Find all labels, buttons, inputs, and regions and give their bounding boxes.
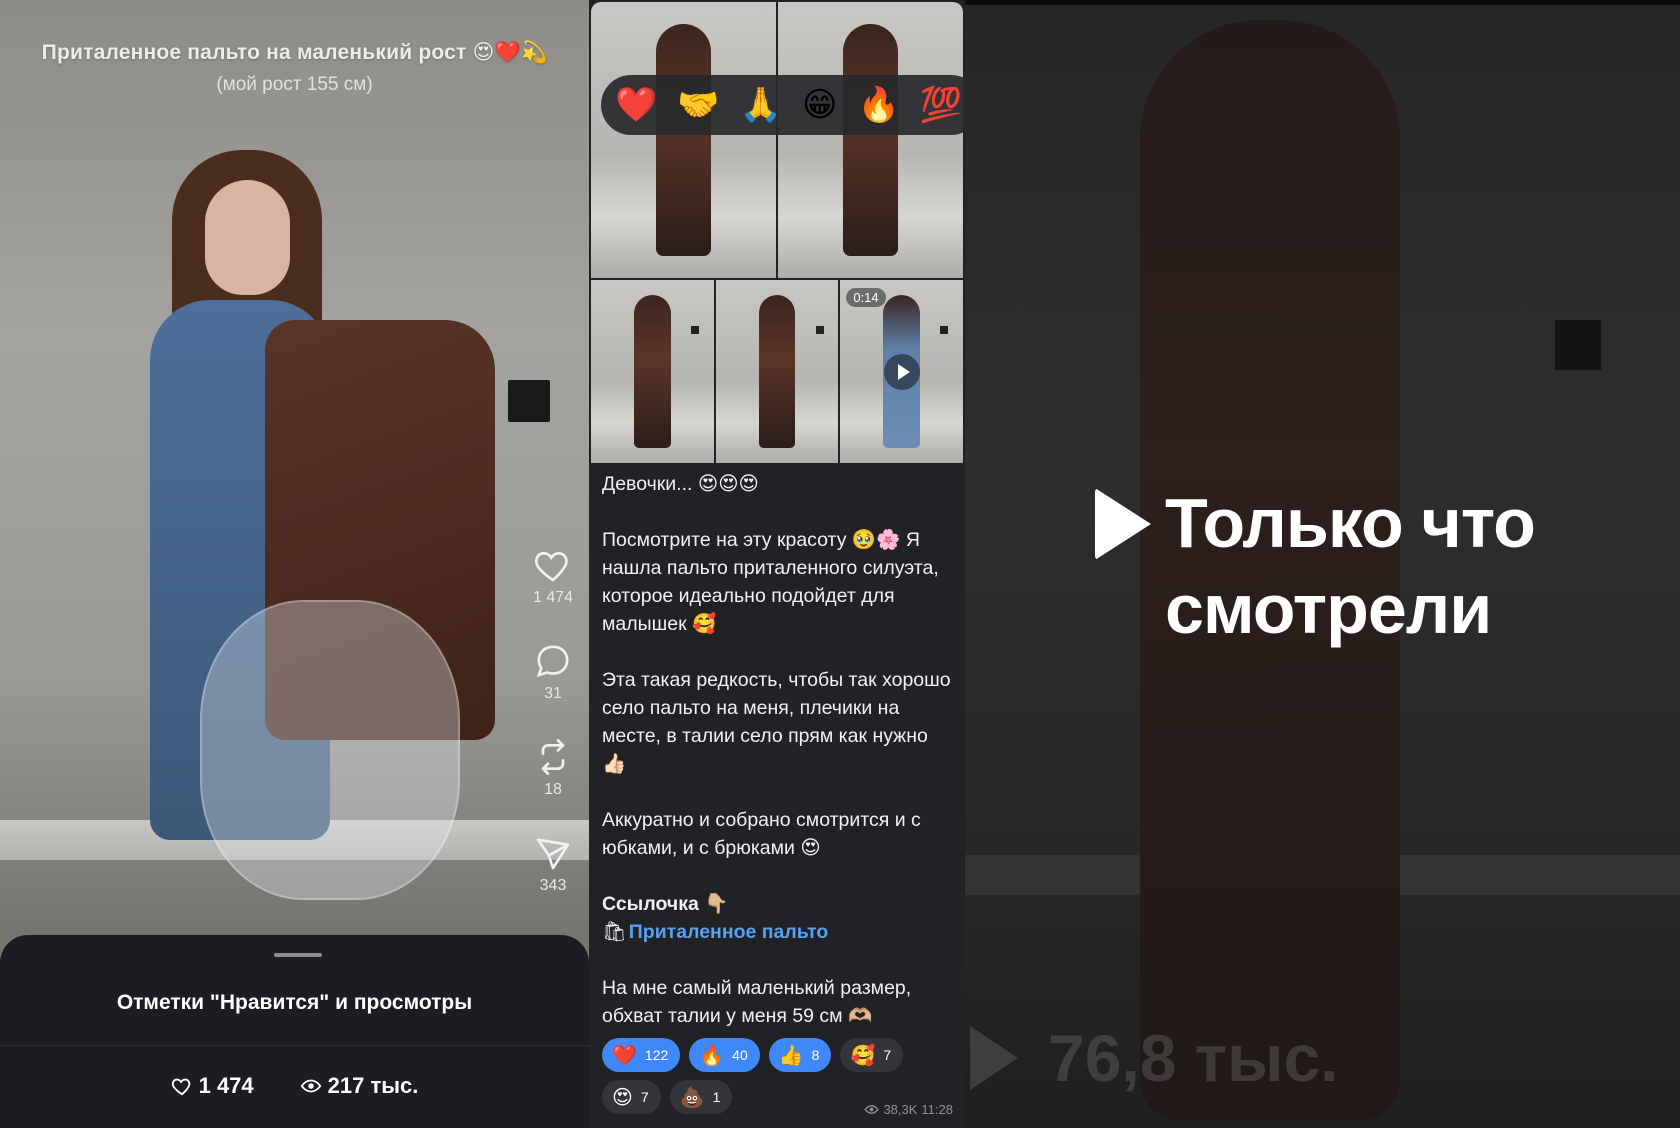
just-watched-line1: Только что [1165,484,1536,562]
video-thumbnail[interactable]: 0:14 [840,280,964,463]
just-watched-overlay: Только что смотрели [1095,480,1536,652]
coat-figure [633,294,671,449]
wall-switch [940,325,949,334]
reaction-chip[interactable]: ❤️ 122 [602,1038,681,1072]
send-icon [536,838,570,870]
post-body: Девочки... 😍😍😍 Посмотрите на эту красоту… [602,470,954,1058]
reaction-count: 7 [883,1047,892,1063]
sheet-divider [0,1045,589,1046]
comment-button[interactable]: 31 [520,641,586,703]
repost-count: 18 [544,781,562,798]
post-paragraph: Посмотрите на эту красоту 🥹🌸 Я нашла пал… [602,529,939,635]
eye-icon [300,1079,321,1093]
sheet-grab-handle[interactable] [274,953,322,957]
photo-thumbnail[interactable] [591,2,776,278]
views-count-faded: 76,8 тыс. [970,1020,1339,1096]
shopping-bag-icon: 🛍 [602,921,627,943]
play-outline-icon [970,1026,1018,1090]
reaction-emoji: 🥰 [850,1044,876,1067]
play-icon[interactable] [883,353,920,390]
wall-switch [508,380,550,422]
views-stat: 217 тыс. [300,1073,419,1099]
post-greeting: Девочки... 😍😍😍 [602,473,759,495]
comment-bubble-icon [536,645,569,678]
reaction-emoji: 🔥 [699,1044,725,1067]
video-post-panel: Приталенное пальто на маленький рост 😍❤️… [0,0,589,1128]
play-icon [1095,488,1151,560]
share-count: 343 [539,877,567,894]
coat-figure [655,24,712,256]
eye-icon [864,1105,879,1114]
link-heading: Ссылочка 👇🏼 [602,893,729,915]
just-watched-line2: смотрели [1165,570,1492,648]
just-watched-label: Только что смотрели [1165,480,1536,652]
likes-views-sheet: Отметки "Нравится" и просмотры 1 474 217… [0,935,589,1128]
photo-grid-bottom: 0:14 [591,280,964,463]
reaction-chip[interactable]: 🥰 7 [840,1038,904,1072]
video-duration: 0:14 [846,288,886,307]
reaction-option-pray[interactable]: 🙏 [740,88,782,122]
sheet-stats: 1 474 217 тыс. [0,1073,589,1099]
plastic-cover [200,600,460,900]
product-link[interactable]: Приталенное пальто [629,918,829,946]
post-paragraph: На мне самый маленький размер, обхват та… [602,977,912,1027]
photo-thumbnail[interactable] [778,2,963,278]
reaction-chip[interactable]: 💩 1 [669,1080,733,1114]
post-paragraph: Аккуратно и собрано смотрится и с юбками… [602,809,921,859]
like-button[interactable]: 1 474 [520,545,586,607]
wall-switch [690,325,699,334]
likes-stat: 1 474 [171,1073,254,1099]
reaction-emoji: 👍 [778,1044,804,1067]
reaction-option-grin[interactable]: 😁 [802,88,837,122]
post-views: 38,3K [883,1102,918,1117]
photo-thumbnail[interactable] [715,280,839,463]
sheet-title: Отметки "Нравится" и просмотры [116,991,473,1014]
comment-count: 31 [544,685,562,702]
views-value: 217 тыс. [327,1073,419,1098]
reaction-count: 40 [732,1047,748,1063]
post-paragraph: Эта такая редкость, чтобы так хорошо сел… [602,669,951,775]
reaction-count: 8 [811,1047,820,1063]
reaction-picker: ❤️ 🤝 🙏 😁 🔥 💯 😢 [601,75,965,135]
heart-outline-icon [171,1078,190,1096]
reaction-option-handshake[interactable]: 🤝 [677,88,719,122]
reaction-option-fire[interactable]: 🔥 [857,88,899,122]
side-action-bar: 1 474 31 18 343 [520,545,586,929]
dimmed-video-panel[interactable]: Только что смотрели 76,8 тыс. [965,0,1680,1128]
photo-grid-top [591,2,963,278]
reaction-option-heart[interactable]: ❤️ [615,88,657,122]
reaction-count: 122 [644,1047,669,1063]
channel-post-panel: 0:14 ❤️ 🤝 🙏 😁 🔥 💯 😢 Девочки... 😍😍😍 Посмо… [589,0,965,1128]
link-block: Ссылочка 👇🏼 🛍 Приталенное пальто [602,890,954,946]
photo-thumbnail[interactable] [591,280,714,463]
reaction-chip[interactable]: 😍 7 [602,1080,661,1114]
coat-figure [842,24,899,256]
person-face [205,180,290,295]
reaction-count: 7 [640,1089,649,1105]
reaction-emoji: ❤️ [612,1044,637,1067]
likes-value: 1 474 [198,1073,254,1098]
coat-figure [758,294,796,449]
top-border [965,0,1680,5]
video-caption-subtitle: (мой рост 155 см) [216,74,373,95]
like-count: 1 474 [532,589,574,606]
reaction-count: 1 [712,1089,721,1105]
reaction-chip[interactable]: 🔥 40 [689,1038,760,1072]
repost-icon [541,739,565,775]
wall-switch [815,325,824,334]
video-caption-title: Приталенное пальто на маленький рост 😍❤️… [41,41,548,64]
reaction-chip[interactable]: 👍 8 [768,1038,832,1072]
reaction-emoji: 💩 [679,1086,705,1109]
post-time: 11:28 [921,1102,953,1117]
repost-button[interactable]: 18 [520,737,586,799]
wall-switch [1555,320,1601,370]
heart-outline-icon [534,551,568,582]
reaction-option-hundred[interactable]: 💯 [920,88,962,122]
share-button[interactable]: 343 [520,833,586,895]
link-row: 🛍 Приталенное пальто [602,918,954,946]
reaction-emoji: 😍 [612,1086,633,1109]
views-count-text: 76,8 тыс. [1048,1021,1339,1095]
post-meta: 38,3K 11:28 [864,1102,953,1117]
